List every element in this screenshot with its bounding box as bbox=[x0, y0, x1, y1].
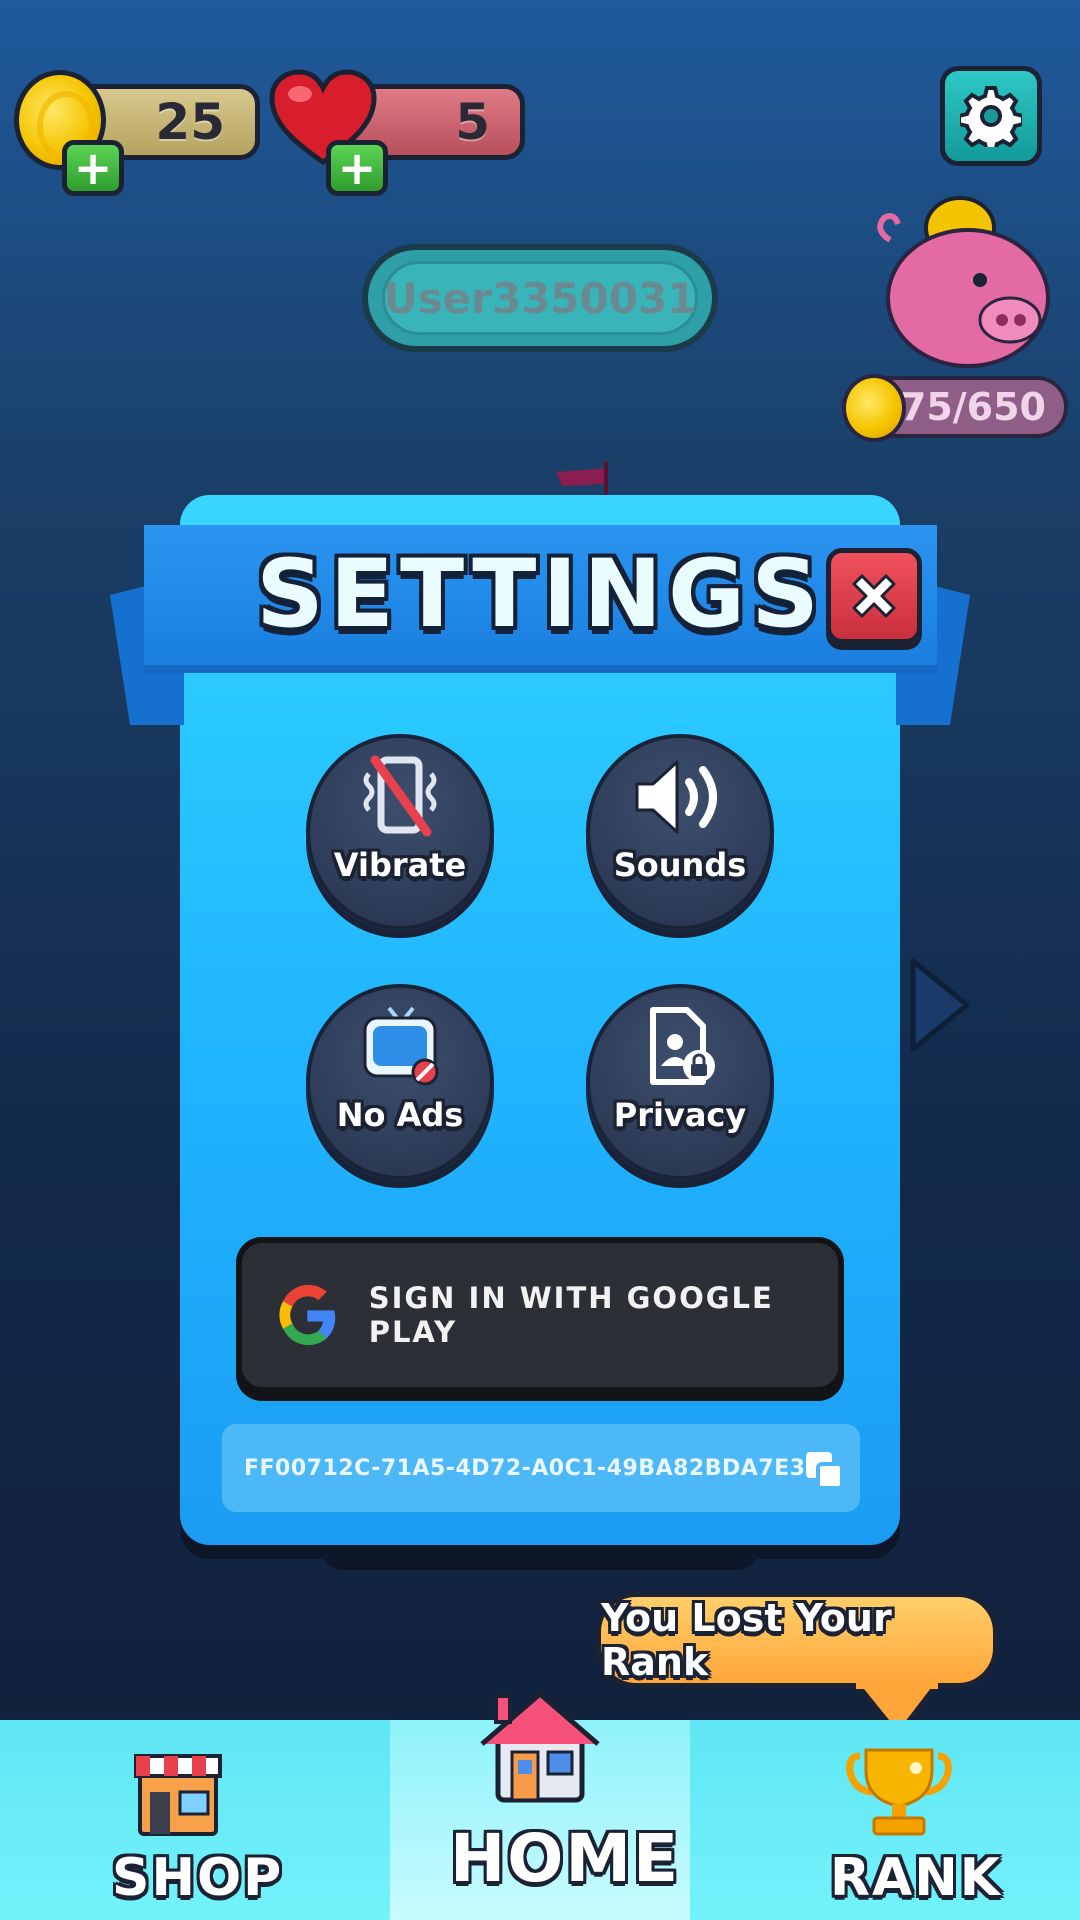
close-icon bbox=[852, 574, 896, 618]
google-logo-icon bbox=[279, 1284, 336, 1346]
settings-button[interactable] bbox=[940, 66, 1042, 166]
vibrate-label: Vibrate bbox=[333, 846, 467, 884]
user-id-text: FF00712C-71A5-4D72-A0C1-49BA82BDA7E3 bbox=[244, 1455, 806, 1481]
lives-count: 5 bbox=[455, 93, 490, 151]
sounds-label: Sounds bbox=[613, 846, 747, 884]
close-button[interactable] bbox=[826, 548, 922, 644]
username-text: User3350031 bbox=[382, 261, 698, 335]
bank-coin-icon bbox=[842, 374, 906, 442]
gear-icon bbox=[960, 86, 1022, 147]
no-ads-tv-icon bbox=[363, 1006, 439, 1086]
privacy-document-lock-icon bbox=[650, 1007, 715, 1085]
sounds-button[interactable]: Sounds bbox=[586, 734, 774, 930]
username-badge[interactable]: User3350031 bbox=[362, 244, 718, 352]
settings-title: SETTINGS bbox=[256, 540, 825, 649]
nav-shop-label[interactable]: SHOP bbox=[112, 1848, 283, 1908]
nav-home-label[interactable]: HOME bbox=[450, 1820, 680, 1897]
privacy-button[interactable]: Privacy bbox=[586, 984, 774, 1180]
add-coins-button[interactable]: + bbox=[62, 140, 124, 196]
flag-icon bbox=[556, 462, 608, 496]
add-lives-button[interactable]: + bbox=[326, 140, 388, 196]
coin-count: 25 bbox=[155, 93, 225, 151]
no-ads-button[interactable]: No Ads bbox=[306, 984, 494, 1180]
piggy-bank-icon[interactable] bbox=[860, 180, 1060, 380]
user-id-box: FF00712C-71A5-4D72-A0C1-49BA82BDA7E3 bbox=[222, 1424, 860, 1512]
trophy-icon[interactable] bbox=[846, 1746, 952, 1838]
google-play-signin-button[interactable]: SIGN IN WITH GOOGLE PLAY bbox=[236, 1237, 844, 1393]
vibrate-button[interactable]: Vibrate bbox=[306, 734, 494, 930]
rank-lost-tooltip: You Lost Your Rank bbox=[596, 1592, 998, 1688]
speaker-icon bbox=[635, 760, 717, 834]
google-play-label: SIGN IN WITH GOOGLE PLAY bbox=[368, 1281, 774, 1349]
vibrate-off-icon bbox=[363, 755, 437, 837]
nav-rank-label[interactable]: RANK bbox=[830, 1848, 1002, 1908]
no-ads-label: No Ads bbox=[336, 1096, 464, 1134]
copy-icon[interactable] bbox=[804, 1450, 844, 1490]
privacy-label: Privacy bbox=[613, 1096, 747, 1134]
next-arrow-icon[interactable] bbox=[905, 955, 975, 1055]
shop-icon[interactable] bbox=[132, 1742, 224, 1838]
home-icon[interactable] bbox=[478, 1688, 602, 1804]
tooltip-text: You Lost Your Rank bbox=[601, 1596, 892, 1684]
